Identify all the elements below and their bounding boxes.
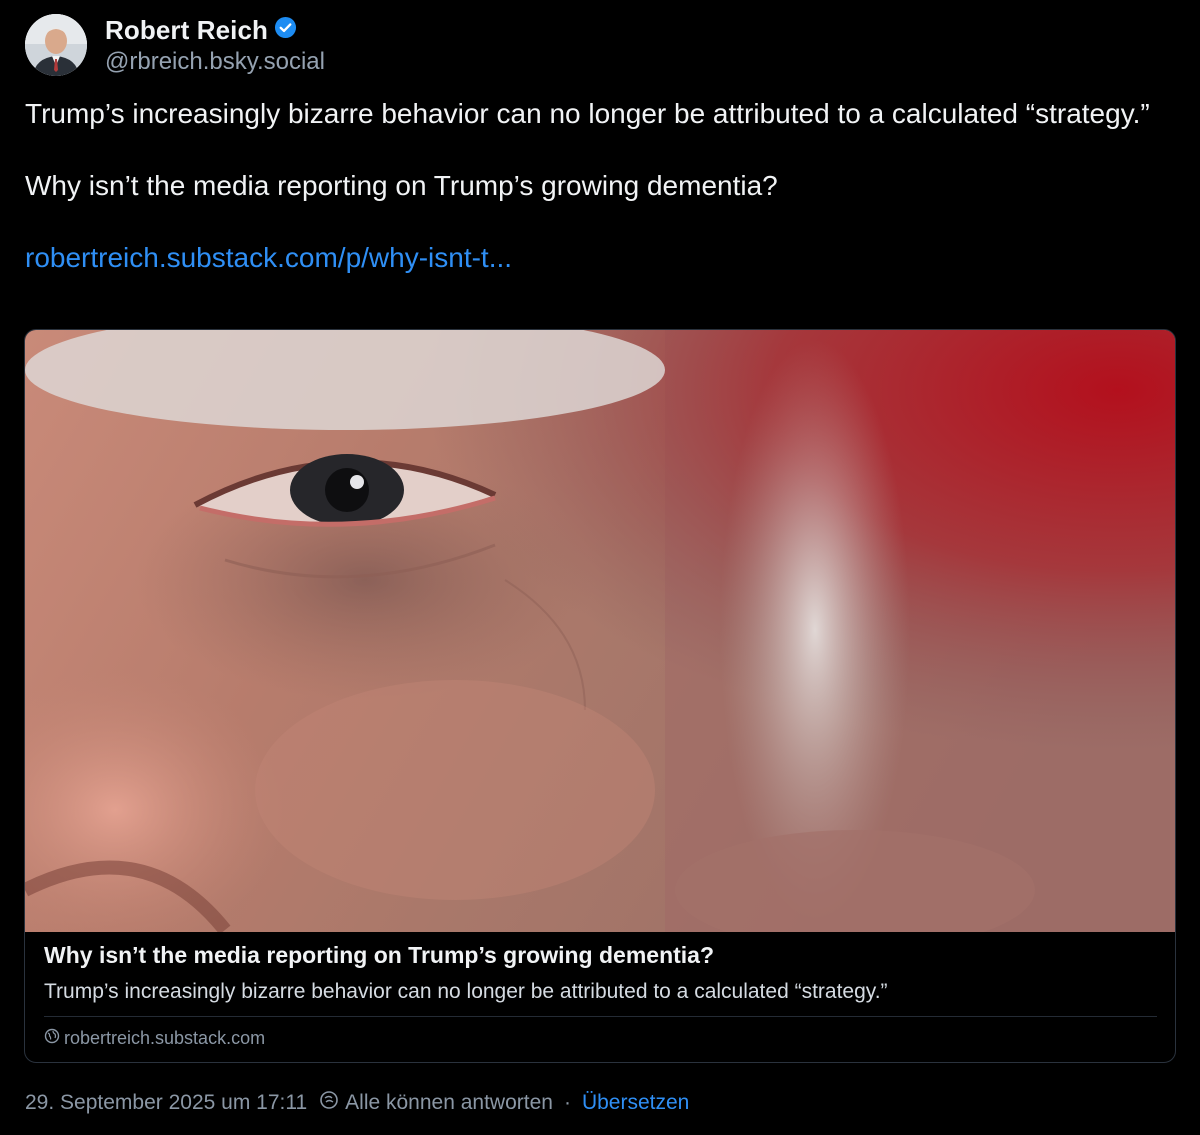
avatar[interactable] xyxy=(25,14,87,76)
reply-setting[interactable]: Alle können antworten xyxy=(345,1091,553,1115)
author-names: Robert Reich @rbreich.bsky.social xyxy=(105,15,325,76)
name-row: Robert Reich xyxy=(105,15,325,46)
card-description: Trump’s increasingly bizarre behavior ca… xyxy=(44,980,888,1003)
footer-separator: · xyxy=(563,1091,571,1114)
post-paragraph: Why isn’t the media reporting on Trump’s… xyxy=(25,170,778,201)
author-display-name[interactable]: Robert Reich xyxy=(105,15,268,46)
card-divider xyxy=(44,1016,1157,1017)
card-domain: robertreich.substack.com xyxy=(44,1028,265,1049)
post-header: Robert Reich @rbreich.bsky.social xyxy=(25,14,325,76)
card-thumbnail-image xyxy=(25,330,1175,932)
globe-icon xyxy=(44,1028,64,1049)
reply-restriction-icon xyxy=(319,1090,339,1116)
post-link[interactable]: robertreich.substack.com/p/why-isnt-t... xyxy=(25,242,512,273)
post-thread-item: Robert Reich @rbreich.bsky.social Trump’… xyxy=(0,0,1200,1135)
card-title: Why isn’t the media reporting on Trump’s… xyxy=(44,942,715,968)
translate-link[interactable]: Übersetzen xyxy=(582,1091,689,1115)
post-footer: 29. September 2025 um 17:11 Alle können … xyxy=(25,1090,689,1116)
post-timestamp[interactable]: 29. September 2025 um 17:11 xyxy=(25,1091,307,1115)
card-domain-text: robertreich.substack.com xyxy=(64,1028,266,1048)
link-preview-card[interactable]: Why isn’t the media reporting on Trump’s… xyxy=(24,329,1176,1063)
post-paragraph: Trump’s increasingly bizarre behavior ca… xyxy=(25,98,1150,129)
post-text: Trump’s increasingly bizarre behavior ca… xyxy=(25,96,1175,276)
verified-check-icon[interactable] xyxy=(268,16,297,44)
author-handle[interactable]: @rbreich.bsky.social xyxy=(105,48,325,76)
